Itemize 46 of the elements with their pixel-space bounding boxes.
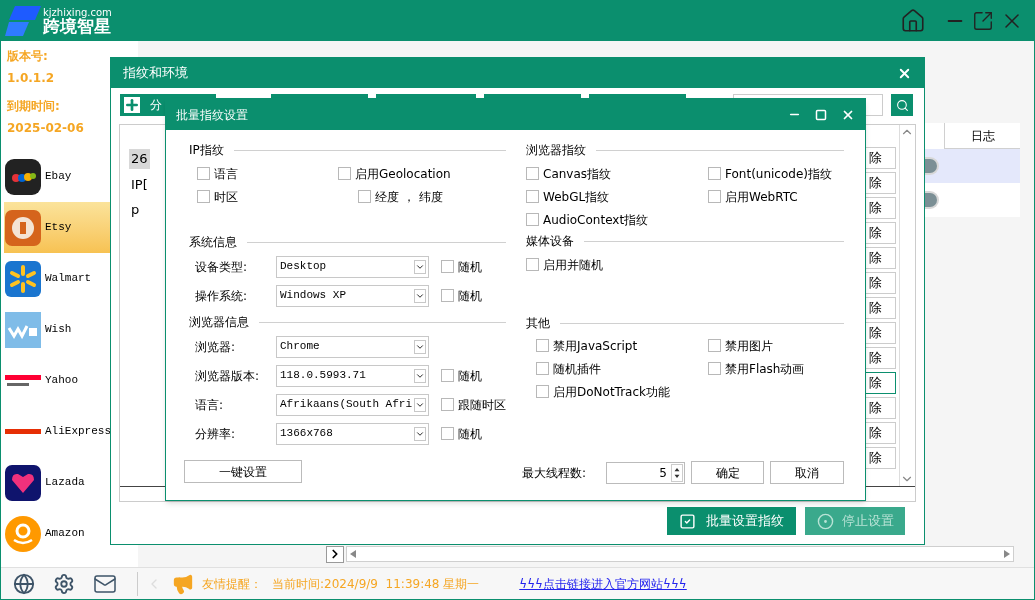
expiry-label: 到期时间: xyxy=(7,98,60,115)
logo-title: 跨境智星 xyxy=(43,17,112,35)
version-value: 1.0.1.2 xyxy=(7,70,55,87)
field-label: 设备类型: xyxy=(195,258,249,276)
field-label: 分辨率: xyxy=(195,425,237,443)
section-title: IP指纹 xyxy=(189,142,224,159)
checkbox-label: 跟随时区 xyxy=(458,396,506,414)
checkbox-label: 随机 xyxy=(458,367,482,385)
section-title: 其他 xyxy=(526,315,550,332)
checkbox-label: 启用WebRTC xyxy=(725,188,798,206)
checkbox-label: AudioContext指纹 xyxy=(543,211,649,229)
checkbox-label: 禁用Flash动画 xyxy=(725,360,805,378)
checkbox-label: 启用DoNotTrack功能 xyxy=(553,383,670,401)
checkbox-label: 时区 xyxy=(214,188,238,206)
section-title: 浏览器指纹 xyxy=(526,142,586,159)
checkbox-label: 随机 xyxy=(458,287,482,305)
checkbox-label: 禁用图片 xyxy=(725,337,773,355)
notice-label: 友情提醒： xyxy=(202,575,262,593)
section-title: 媒体设备 xyxy=(526,233,574,250)
checkbox-label: 启用Geolocation xyxy=(355,165,451,183)
section-title: 浏览器信息 xyxy=(189,314,249,331)
expiry-value: 2025-02-06 xyxy=(7,120,84,137)
checkbox-label: 禁用JavaScript xyxy=(553,337,638,355)
section-title: 系统信息 xyxy=(189,234,237,251)
field-label: 语言: xyxy=(195,396,225,414)
checkbox-label: Canvas指纹 xyxy=(543,165,612,183)
current-time: 当前时间:2024/9/9 11:39:48 星期一 xyxy=(272,575,480,593)
table-cell-text: p xyxy=(130,201,141,219)
logo-domain: kjzhixing.com xyxy=(43,7,112,18)
field-label: 操作系统: xyxy=(195,287,249,305)
checkbox-label: Font(unicode)指纹 xyxy=(725,165,832,183)
checkbox-label: 经度 ， 纬度 xyxy=(375,188,443,206)
thread-count-label: 最大线程数: xyxy=(522,464,588,482)
checkbox-label: 随机 xyxy=(458,258,482,276)
table-cell-text: IP[ xyxy=(130,175,149,194)
checkbox-label: 启用并随机 xyxy=(543,256,603,274)
field-label: 浏览器: xyxy=(195,338,237,356)
field-label: 浏览器版本: xyxy=(195,367,261,385)
window-title: 指纹和环境 xyxy=(123,64,188,83)
checkbox-label: 语言 xyxy=(214,165,238,183)
checkbox-label: 随机 xyxy=(458,425,482,443)
checkbox-label: 随机插件 xyxy=(553,360,601,378)
version-label: 版本号: xyxy=(7,48,48,65)
checkbox-label: WebGL指纹 xyxy=(543,188,610,206)
table-cell: 26 xyxy=(129,149,150,169)
dialog-title: 批量指纹设置 xyxy=(176,106,248,124)
